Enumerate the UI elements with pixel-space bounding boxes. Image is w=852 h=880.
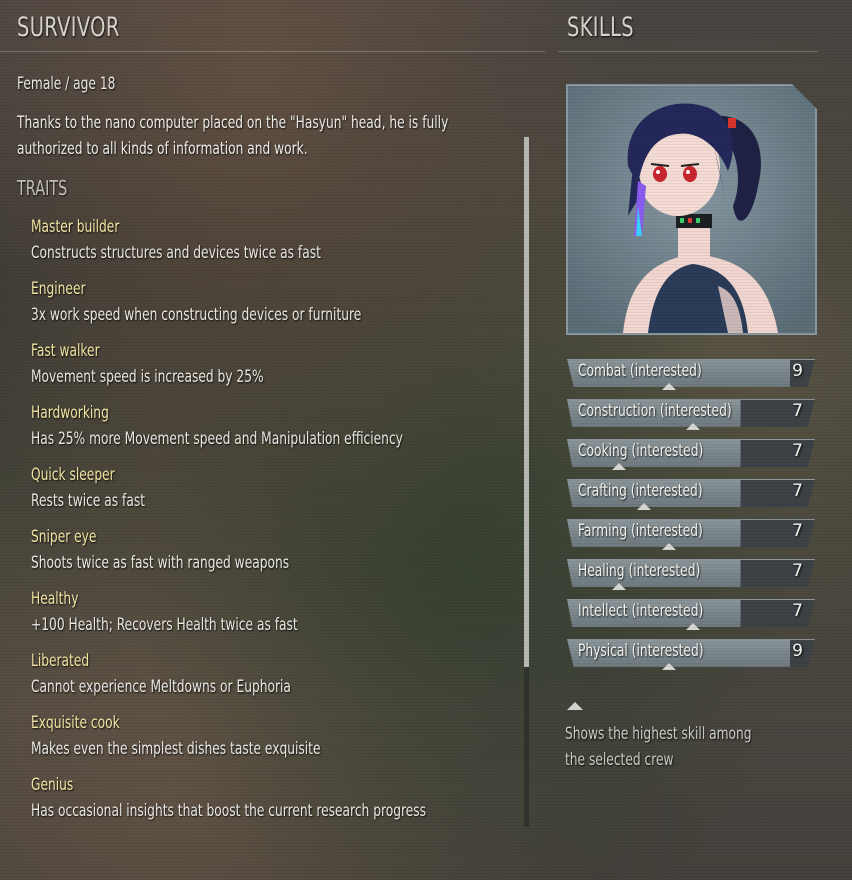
trait-item[interactable]: Quick sleeper Rests twice as fast [31, 462, 521, 524]
trait-name: Liberated [31, 651, 90, 671]
skill-value: 9 [792, 361, 803, 381]
skills-list: Combat (interested) 9 Construction (intere… [567, 359, 815, 679]
trait-name: Master builder [31, 217, 120, 237]
skill-label: Intellect (interested) [578, 601, 704, 621]
legend-line-2: the selected crew [565, 750, 674, 770]
skill-bar[interactable]: Crafting (interested) 7 [567, 479, 815, 510]
trait-name: Sniper eye [31, 527, 97, 547]
skill-bar[interactable]: Construction (interested) 7 [567, 399, 815, 430]
trait-name: Hardworking [31, 403, 109, 423]
scrollbar-thumb[interactable] [524, 137, 529, 667]
skill-value: 7 [792, 441, 803, 461]
skills-header: SKILLS [567, 12, 634, 43]
highest-skill-marker-icon [686, 623, 701, 630]
trait-description: Shoots twice as fast with ranged weapons [31, 553, 290, 573]
trait-list[interactable]: Master builder Constructs structures and … [31, 214, 521, 834]
skill-label: Combat (interested) [578, 361, 702, 381]
trait-description: Makes even the simplest dishes taste exq… [31, 739, 321, 759]
survivor-description: Thanks to the nano computer placed on th… [17, 110, 487, 162]
trait-description: Rests twice as fast [31, 491, 146, 511]
skill-label: Cooking (interested) [578, 441, 704, 461]
skill-bar[interactable]: Combat (interested) 9 [567, 359, 815, 390]
skill-bar[interactable]: Physical (interested) 9 [567, 639, 815, 670]
trait-description: 3x work speed when constructing devices … [31, 305, 362, 325]
skill-label: Physical (interested) [578, 641, 704, 661]
trait-item[interactable]: Hardworking Has 25% more Movement speed a… [31, 400, 521, 462]
skill-value: 7 [792, 401, 803, 421]
skill-label: Farming (interested) [578, 521, 703, 541]
traits-title: TRAITS [17, 176, 68, 200]
highest-skill-marker-icon [661, 663, 676, 670]
portrait-image [568, 86, 815, 333]
header-divider-left [0, 51, 545, 52]
trait-description: Cannot experience Meltdowns or Euphoria [31, 677, 291, 697]
skill-bar[interactable]: Healing (interested) 7 [567, 559, 815, 590]
skill-label: Crafting (interested) [578, 481, 703, 501]
trait-item[interactable]: Engineer 3x work speed when constructing … [31, 276, 521, 338]
trait-item[interactable]: Master builder Constructs structures and … [31, 214, 521, 276]
gender-age: Female / age 18 [17, 74, 116, 94]
legend-line-1: Shows the highest skill among [565, 724, 752, 744]
trait-name: Exquisite cook [31, 713, 120, 733]
trait-name: Engineer [31, 279, 86, 299]
highest-skill-marker-icon [612, 583, 627, 590]
skill-label: Healing (interested) [578, 561, 701, 581]
trait-item[interactable]: Sniper eye Shoots twice as fast with rang… [31, 524, 521, 586]
trait-description: +100 Health; Recovers Health twice as fa… [31, 615, 298, 635]
trait-description: Has occasional insights that boost the c… [31, 801, 427, 821]
trait-item[interactable]: Healthy +100 Health; Recovers Health twic… [31, 586, 521, 648]
highest-skill-marker-icon [612, 463, 627, 470]
highest-skill-marker-icon [661, 383, 676, 390]
trait-description: Has 25% more Movement speed and Manipula… [31, 429, 403, 449]
header-divider-right [558, 51, 818, 52]
character-portrait [566, 84, 817, 335]
highest-skill-marker-icon [636, 503, 651, 510]
skill-value: 7 [792, 521, 803, 541]
skill-value: 7 [792, 561, 803, 581]
highest-skill-marker-icon [661, 543, 676, 550]
skill-bar[interactable]: Intellect (interested) 7 [567, 599, 815, 630]
traits-scrollbar[interactable] [524, 137, 529, 827]
trait-name: Genius [31, 775, 74, 795]
skill-bar[interactable]: Cooking (interested) 7 [567, 439, 815, 470]
trait-description: Movement speed is increased by 25% [31, 367, 264, 387]
trait-item[interactable]: Liberated Cannot experience Meltdowns or … [31, 648, 521, 710]
trait-name: Healthy [31, 589, 79, 609]
highest-skill-marker-icon [567, 702, 583, 710]
description-line-1: Thanks to the nano computer placed on th… [17, 113, 449, 133]
trait-description: Constructs structures and devices twice … [31, 243, 321, 263]
skills-legend: Shows the highest skill among the select… [565, 695, 815, 773]
trait-item[interactable]: Genius Has occasional insights that boost… [31, 772, 521, 834]
description-line-2: authorized to all kinds of information a… [17, 139, 308, 159]
skill-label: Construction (interested) [578, 401, 732, 421]
skill-value: 9 [792, 641, 803, 661]
skill-bar[interactable]: Farming (interested) 7 [567, 519, 815, 550]
skill-value: 7 [792, 601, 803, 621]
trait-name: Fast walker [31, 341, 100, 361]
highest-skill-marker-icon [686, 423, 701, 430]
trait-item[interactable]: Fast walker Movement speed is increased b… [31, 338, 521, 400]
survivor-header: SURVIVOR [17, 12, 120, 43]
trait-item[interactable]: Exquisite cook Makes even the simplest di… [31, 710, 521, 772]
skill-value: 7 [792, 481, 803, 501]
trait-name: Quick sleeper [31, 465, 115, 485]
